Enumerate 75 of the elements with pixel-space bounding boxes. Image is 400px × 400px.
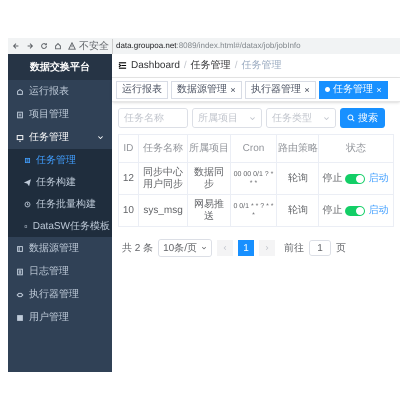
tab[interactable]: 执行器管理 — [245, 80, 316, 98]
tab[interactable]: 数据源管理 — [171, 80, 242, 98]
menu-icon — [16, 268, 24, 276]
table-cell: 同步中心用户同步 — [138, 162, 188, 194]
column-header: ID — [118, 134, 138, 162]
sidebar-item[interactable]: 运行报表 — [8, 80, 112, 103]
breadcrumb-separator: / — [184, 59, 187, 73]
menu-icon — [16, 314, 24, 322]
table-cell: 网易推送 — [188, 194, 230, 226]
close-icon — [304, 86, 310, 92]
page-size-select[interactable]: 10条/页 — [158, 239, 212, 257]
sidebar-item[interactable]: 数据源管理 — [8, 237, 112, 260]
submenu-item[interactable]: 任务管理 — [8, 149, 112, 171]
table-cell: sys_msg — [138, 194, 188, 226]
table-cell: 数据同步 — [188, 162, 230, 194]
breadcrumb-item: 任务管理 — [241, 59, 282, 73]
sidebar-item[interactable]: 执行器管理 — [8, 283, 112, 306]
toggle-switch[interactable] — [345, 206, 366, 216]
tab[interactable]: 任务管理 — [319, 80, 388, 98]
breadcrumb-item[interactable]: Dashboard — [131, 58, 180, 73]
arrow-left-icon[interactable] — [12, 42, 20, 50]
reload-icon[interactable] — [40, 42, 48, 50]
sidebar-item[interactable]: 项目管理 — [8, 103, 112, 126]
toggle-switch[interactable] — [345, 174, 366, 184]
table-cell: 轮询 — [276, 162, 319, 194]
chevron-left-icon — [222, 245, 228, 251]
chevron-down-icon — [323, 114, 330, 122]
menu-toggle-icon — [118, 61, 127, 70]
menu-icon — [16, 134, 24, 142]
menu-icon — [24, 156, 31, 164]
url-text[interactable]: data.groupoa.net:8089/index.html#/datax/job/jobInfo — [116, 40, 301, 52]
page-input[interactable]: 1 — [309, 240, 332, 256]
warning-icon — [68, 42, 76, 50]
menu-icon — [16, 290, 24, 298]
table-cell: 轮询 — [276, 194, 319, 226]
menu-icon — [16, 244, 24, 252]
close-icon — [376, 86, 382, 92]
arrow-right-icon[interactable] — [26, 42, 34, 50]
column-header: 路由策略 — [276, 134, 319, 162]
column-header: 任务名称 — [138, 134, 188, 162]
table-cell: 10 — [118, 194, 138, 226]
search-button[interactable]: 搜索 — [340, 108, 385, 128]
table-cell: 12 — [118, 162, 138, 194]
chevron-right-icon — [264, 245, 270, 251]
toggle-label: 启动 — [368, 172, 388, 186]
submenu-item[interactable]: DataSW任务模板 — [8, 215, 112, 237]
column-header: Cron — [230, 134, 277, 162]
search-icon — [347, 114, 355, 122]
tab[interactable]: 运行报表 — [116, 80, 168, 98]
chevron-down-icon — [201, 245, 208, 251]
sidebar-item[interactable]: 任务管理 — [8, 126, 112, 149]
menu-icon — [24, 178, 31, 186]
submenu-item[interactable]: 任务批量构建 — [8, 193, 112, 215]
sidebar-item[interactable]: 用户管理 — [8, 306, 112, 329]
menu-icon — [16, 88, 24, 96]
menu-icon — [24, 222, 28, 230]
menu-icon — [16, 110, 24, 118]
page-button[interactable]: 1 — [238, 240, 254, 256]
toggle-label: 启动 — [368, 204, 388, 218]
page-suffix: 页 — [336, 242, 346, 256]
submenu-item[interactable]: 任务构建 — [8, 171, 112, 193]
home-icon[interactable] — [54, 42, 62, 50]
total-count: 共 2 条 — [122, 242, 154, 256]
breadcrumb-separator: / — [234, 59, 238, 73]
column-header: 所属项目 — [188, 134, 230, 162]
breadcrumb-item[interactable]: 任务管理 — [190, 58, 231, 73]
menu-icon — [24, 200, 31, 208]
toggle-label: 停止 — [322, 172, 342, 186]
close-icon — [230, 86, 236, 92]
toggle-label: 停止 — [322, 204, 342, 218]
goto-label: 前往 — [284, 242, 304, 256]
chevron-down-icon — [249, 114, 256, 122]
app-title: 数据交换平台 — [30, 60, 90, 74]
sidebar-item[interactable]: 日志管理 — [8, 260, 112, 283]
column-header: 状态 — [318, 134, 394, 162]
